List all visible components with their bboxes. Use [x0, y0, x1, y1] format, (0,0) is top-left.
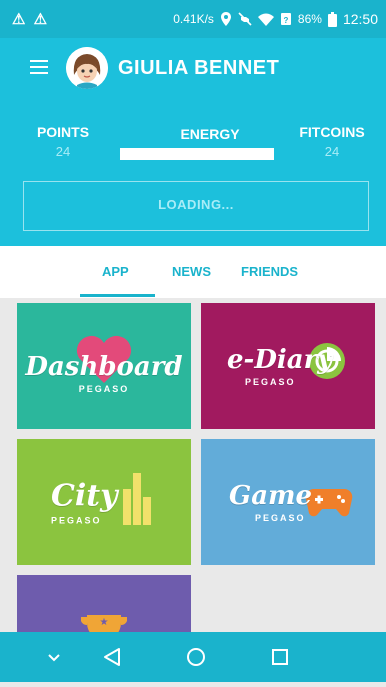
status-right: 0.41K/s ? 86% 12:50 — [173, 11, 378, 27]
network-speed: 0.41K/s — [173, 12, 214, 26]
tab-news[interactable]: NEWS — [172, 264, 211, 279]
energy-stat: ENERGY — [160, 126, 260, 142]
tile-title: City — [51, 478, 118, 514]
tile-subtitle: PEGASO — [51, 515, 102, 526]
android-nav-bar — [0, 632, 386, 682]
location-icon — [220, 12, 231, 26]
ediary-logo: e-Diary PEGASO — [227, 345, 375, 387]
fitcoins-stat: FITCOINS 24 — [292, 124, 372, 159]
points-stat: POINTS 24 — [33, 124, 93, 159]
energy-bar — [120, 148, 274, 160]
chevron-down-icon[interactable] — [34, 632, 74, 682]
clock: 12:50 — [342, 11, 378, 27]
tile-subtitle: PEGASO — [255, 513, 306, 523]
points-label: POINTS — [36, 124, 90, 140]
loading-text: LOADING... — [158, 197, 234, 212]
fitcoins-value: 24 — [324, 144, 340, 159]
battery-percent: 86% — [297, 12, 322, 26]
avatar[interactable] — [66, 47, 108, 89]
game-logo: Game PEGASO — [229, 481, 375, 523]
menu-icon[interactable] — [30, 60, 48, 74]
tile-challenges[interactable]: ★ — [17, 575, 191, 632]
tab-indicator — [80, 294, 155, 297]
home-icon[interactable] — [176, 632, 216, 682]
battery-icon — [327, 11, 337, 27]
city-logo: City PEGASO — [51, 479, 191, 526]
fitcoins-label: FITCOINS — [299, 124, 365, 140]
do-not-disturb-icon — [238, 12, 252, 26]
tile-city[interactable]: City PEGASO — [17, 439, 191, 565]
tile-subtitle: PEGASO — [245, 377, 296, 387]
energy-label: ENERGY — [180, 126, 240, 142]
tile-game[interactable]: Game PEGASO — [201, 439, 375, 565]
profile-header: GIULIA BENNET POINTS 24 ENERGY FITCOINS … — [0, 38, 386, 246]
avatar-girl-icon — [66, 47, 108, 89]
tile-ediary[interactable]: e-Diary PEGASO — [201, 303, 375, 429]
tab-app[interactable]: APP — [102, 264, 129, 279]
svg-text:?: ? — [283, 16, 288, 25]
tile-title: e-Diary — [227, 345, 333, 375]
back-icon[interactable] — [92, 632, 132, 682]
points-value: 24 — [55, 144, 71, 159]
warning-icons: ⚠ ⚠ — [12, 11, 50, 28]
wifi-icon — [257, 13, 274, 26]
tab-friends[interactable]: FRIENDS — [241, 264, 298, 279]
trophy-icon: ★ — [81, 615, 127, 632]
sim-icon: ? — [280, 13, 291, 25]
status-bar: ⚠ ⚠ 0.41K/s ? 86% 12:50 — [0, 0, 386, 38]
tile-title: Game — [229, 481, 313, 511]
tile-title: Dashboard — [25, 352, 183, 382]
svg-text:★: ★ — [100, 617, 109, 628]
dashboard-logo: Dashboard PEGASO — [17, 352, 191, 394]
tile-subtitle: PEGASO — [78, 384, 130, 394]
tile-dashboard[interactable]: Dashboard PEGASO — [17, 303, 191, 429]
tab-bar: APP NEWS FRIENDS — [0, 246, 386, 298]
recents-icon[interactable] — [260, 632, 300, 682]
loading-box: LOADING... — [23, 181, 369, 231]
user-name: GIULIA BENNET — [118, 57, 280, 79]
